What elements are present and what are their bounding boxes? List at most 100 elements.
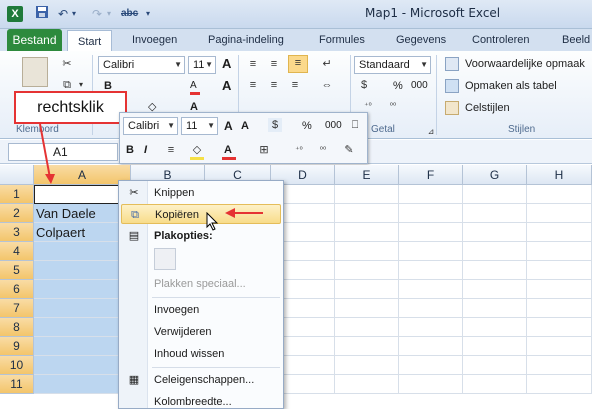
mini-fill-color-icon[interactable]: ◇ <box>190 143 204 157</box>
menu-item-kolombreedte[interactable]: Kolombreedte... <box>121 392 281 409</box>
row-header[interactable]: 2 <box>0 204 34 223</box>
grid-cell[interactable] <box>527 204 592 223</box>
font-name-combo[interactable]: Calibri ▼ <box>98 56 185 74</box>
mini-italic-icon[interactable]: I <box>144 142 147 158</box>
menu-item-celeigenschappen[interactable]: ▦ Celeigenschappen... <box>121 370 281 390</box>
mini-grow-font-icon[interactable]: A <box>224 118 233 134</box>
column-header-f[interactable]: F <box>399 165 463 185</box>
cell-a5[interactable] <box>34 261 131 280</box>
row-header[interactable]: 11 <box>0 375 34 394</box>
grid-cell[interactable] <box>399 356 463 375</box>
grid-cell[interactable] <box>527 280 592 299</box>
grid-cell[interactable] <box>463 337 527 356</box>
redo-dropdown-icon[interactable]: ▾ <box>107 5 111 23</box>
mini-font-color-icon[interactable]: A <box>224 142 232 158</box>
column-header-e[interactable]: E <box>335 165 399 185</box>
row-header[interactable]: 7 <box>0 299 34 318</box>
row-header[interactable]: 10 <box>0 356 34 375</box>
align-right-icon[interactable]: ≡ <box>288 78 302 92</box>
row-header[interactable]: 5 <box>0 261 34 280</box>
grid-cell[interactable] <box>527 242 592 261</box>
cell-a9[interactable] <box>34 337 131 356</box>
row-header[interactable]: 3 <box>0 223 34 242</box>
menu-item-inhoud-wissen[interactable]: Inhoud wissen <box>121 344 281 364</box>
mini-shrink-font-icon[interactable]: A <box>241 118 249 134</box>
row-header[interactable]: 1 <box>0 185 34 204</box>
grid-cell[interactable] <box>463 242 527 261</box>
grid-cell[interactable] <box>463 280 527 299</box>
grid-cell[interactable] <box>335 375 399 394</box>
grid-cell[interactable] <box>399 242 463 261</box>
currency-icon[interactable]: $ <box>357 78 371 92</box>
column-header-g[interactable]: G <box>463 165 527 185</box>
format-as-table-button[interactable]: Opmaken als tabel <box>465 78 557 94</box>
grid-cell[interactable] <box>399 299 463 318</box>
menu-item-knippen[interactable]: ✂ Knippen <box>121 183 281 203</box>
mini-percent-icon[interactable]: % <box>302 118 312 134</box>
tab-pagina-indeling[interactable]: Pagina-indeling <box>208 29 284 51</box>
shrink-font-icon[interactable]: A <box>222 78 231 94</box>
menu-item-plakken-speciaal[interactable]: Plakken speciaal... <box>121 274 281 294</box>
align-middle-icon[interactable]: ≡ <box>267 57 281 71</box>
spelling-icon[interactable]: abc <box>121 5 138 23</box>
grid-cell[interactable] <box>399 318 463 337</box>
grid-cell[interactable] <box>335 337 399 356</box>
grid-cell[interactable] <box>463 185 527 204</box>
mini-currency-icon[interactable]: $ <box>268 118 282 132</box>
grid-cell[interactable] <box>399 337 463 356</box>
grid-cell[interactable] <box>399 375 463 394</box>
mini-borders-icon[interactable]: ⊞ <box>257 143 271 157</box>
customize-qat-icon[interactable]: ▾ <box>146 5 150 23</box>
thousands-icon[interactable]: 000 <box>411 78 428 94</box>
wrap-text-icon[interactable]: ↵ <box>320 57 334 71</box>
cell-a4[interactable] <box>34 242 131 261</box>
tab-controleren[interactable]: Controleren <box>472 29 529 51</box>
number-format-combo[interactable]: Standaard ▼ <box>354 56 431 74</box>
grid-cell[interactable] <box>399 261 463 280</box>
font-size-combo[interactable]: 11 ▼ <box>188 56 216 74</box>
cell-styles-icon[interactable] <box>445 101 459 115</box>
cell-styles-button[interactable]: Celstijlen <box>465 100 510 116</box>
grid-cell[interactable] <box>399 204 463 223</box>
grid-cell[interactable] <box>335 299 399 318</box>
paste-icon[interactable] <box>22 57 48 87</box>
grid-cell[interactable] <box>463 318 527 337</box>
grid-cell[interactable] <box>335 242 399 261</box>
paste-option-icon[interactable] <box>154 248 176 270</box>
grid-cell[interactable] <box>463 375 527 394</box>
row-header[interactable]: 8 <box>0 318 34 337</box>
cell-a10[interactable] <box>34 356 131 375</box>
tab-formules[interactable]: Formules <box>319 29 365 51</box>
cell-a3[interactable]: Colpaert <box>34 223 131 242</box>
select-all-corner[interactable] <box>0 165 34 185</box>
mini-size-combo[interactable]: 11 ▼ <box>181 117 218 135</box>
mini-font-combo[interactable]: Calibri ▼ <box>123 117 178 135</box>
excel-icon[interactable]: X <box>7 6 23 22</box>
mini-format-icon[interactable]: ⎕ <box>348 118 362 132</box>
menu-item-invoegen[interactable]: Invoegen <box>121 300 281 320</box>
menu-item-verwijderen[interactable]: Verwijderen <box>121 322 281 342</box>
align-bottom-icon[interactable]: ≡ <box>288 55 308 73</box>
grid-cell[interactable] <box>335 185 399 204</box>
align-left-icon[interactable]: ≡ <box>246 78 260 92</box>
grid-cell[interactable] <box>463 356 527 375</box>
mini-increase-decimal-icon[interactable]: ⁺⁰ <box>292 143 306 157</box>
cell-a8[interactable] <box>34 318 131 337</box>
grow-font-icon[interactable]: A <box>222 56 231 72</box>
undo-icon[interactable]: ↶ <box>58 5 68 23</box>
mini-bold-icon[interactable]: B <box>126 142 134 158</box>
grid-cell[interactable] <box>399 280 463 299</box>
tab-start[interactable]: Start <box>67 30 113 52</box>
tab-invoegen[interactable]: Invoegen <box>132 29 177 51</box>
grid-cell[interactable] <box>335 261 399 280</box>
grid-cell[interactable] <box>463 204 527 223</box>
cell-a6[interactable] <box>34 280 131 299</box>
grid-cell[interactable] <box>399 223 463 242</box>
grid-cell[interactable] <box>335 356 399 375</box>
cut-icon[interactable]: ✂ <box>60 57 74 71</box>
mini-align-center-icon[interactable]: ≡ <box>164 143 178 157</box>
copy-dropdown-icon[interactable]: ▾ <box>74 78 88 92</box>
tab-gegevens[interactable]: Gegevens <box>396 29 446 51</box>
tab-bestand[interactable]: Bestand <box>7 29 62 51</box>
align-top-icon[interactable]: ≡ <box>246 57 260 71</box>
